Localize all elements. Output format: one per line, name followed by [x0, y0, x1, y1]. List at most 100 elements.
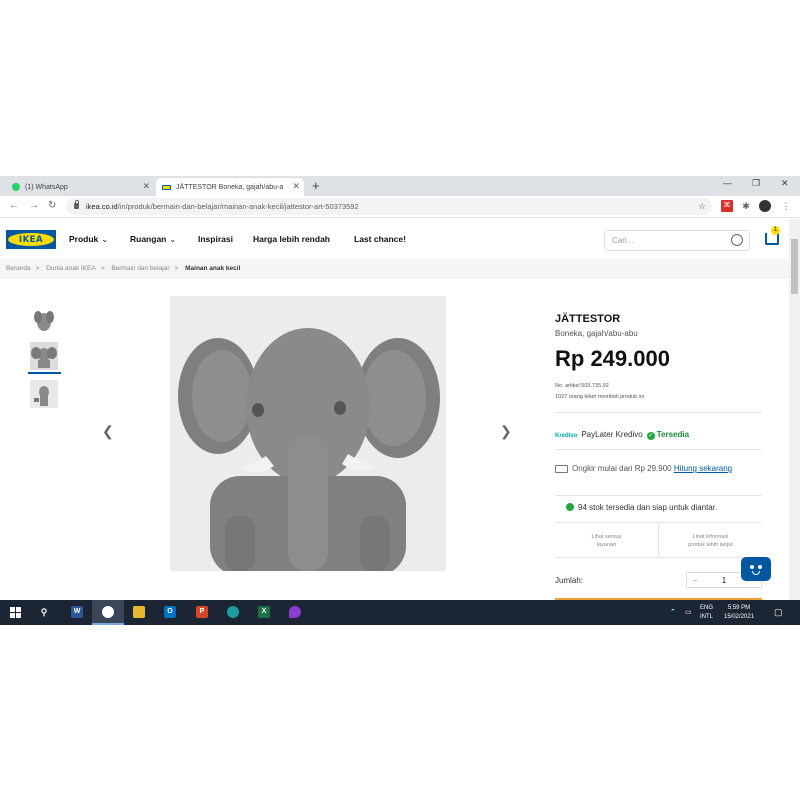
stock-status: 94 stok tersedia dan siap untuk diantar.	[566, 503, 717, 512]
kredivo-logo: Kredivo	[555, 433, 578, 439]
decrease-quantity-button[interactable]: −	[693, 573, 698, 588]
page-scrollbar[interactable]	[789, 219, 800, 600]
file-explorer-icon[interactable]	[133, 606, 145, 618]
chat-eye	[758, 565, 762, 569]
clock[interactable]: 5:59 PM 15/02/2021	[724, 604, 754, 622]
extensions-puzzle-icon[interactable]: ✱	[740, 200, 752, 212]
menu-produk[interactable]: Produk ⌄	[69, 234, 108, 244]
stock-available-icon	[566, 503, 574, 511]
tab-title: JÄTTESTOR Boneka, gajah/abu-a	[176, 183, 284, 191]
chat-eye	[750, 565, 754, 569]
close-window-icon[interactable]: ✕	[781, 178, 789, 189]
tab-whatsapp[interactable]: (1) WhatsApp ✕	[6, 178, 154, 196]
close-tab-icon[interactable]: ✕	[292, 181, 300, 192]
input-language[interactable]: ENG INTL	[700, 604, 713, 622]
link-line: layanan	[596, 542, 617, 548]
menu-inspirasi[interactable]: Inspirasi	[198, 234, 233, 244]
paint-icon[interactable]	[289, 606, 301, 618]
search-input[interactable]: Cari...	[604, 230, 750, 251]
browser-toolbar: ← → ↻ ikea.co.id/in/produk/bermain-dan-b…	[0, 196, 800, 218]
word-icon[interactable]: W	[71, 606, 83, 618]
paylater-status: Tersedia	[656, 430, 690, 439]
article-number: No. artikel 503.735.92	[555, 383, 609, 389]
ikea-logo[interactable]: IKEA	[6, 230, 56, 249]
show-hidden-icons-icon[interactable]: ⌃	[670, 608, 676, 616]
browser-tab-bar: (1) WhatsApp ✕ JÄTTESTOR Boneka, gajah/a…	[0, 176, 800, 196]
chat-mouth	[752, 571, 760, 575]
thumbnail-3[interactable]	[30, 380, 58, 408]
lang-line: ENG	[700, 605, 714, 611]
chat-bot-button[interactable]	[741, 557, 771, 581]
menu-kebab-icon[interactable]: ⋮	[780, 200, 792, 212]
windows-start-icon[interactable]	[10, 607, 21, 618]
link-line: produk lebih lanjut	[688, 542, 733, 548]
divider	[555, 412, 762, 413]
chevron-down-icon: ⌄	[169, 235, 177, 244]
outlook-icon[interactable]: O	[164, 606, 176, 618]
product-name: JÄTTESTOR	[555, 313, 621, 325]
ikea-icon	[162, 184, 171, 190]
lang-line: INTL	[700, 614, 714, 620]
previous-image-icon[interactable]: ❮	[102, 423, 114, 440]
menu-label: Last chance!	[354, 234, 406, 244]
quantity-value[interactable]: 1	[722, 576, 726, 585]
site-header: IKEA Produk ⌄ Ruangan ⌄ Inspirasi Harga le…	[0, 219, 800, 259]
logo-text: IKEA	[8, 233, 54, 246]
close-tab-icon[interactable]: ✕	[142, 181, 150, 192]
calculate-shipping-link[interactable]: Hitung sekarang	[674, 464, 732, 473]
clock-date: 15/02/2021	[724, 614, 755, 620]
link-line: Lihat informasi	[692, 534, 729, 540]
cart-badge: 1	[771, 226, 780, 235]
clock-time: 5:59 PM	[727, 605, 751, 611]
menu-label: Produk	[69, 234, 99, 244]
crumb-dunia-anak[interactable]: Dunia anak IKEA	[46, 265, 96, 272]
cart-icon[interactable]	[765, 233, 779, 245]
link-line: Lihat semua	[591, 534, 622, 540]
chrome-icon[interactable]	[102, 606, 114, 618]
menu-last-chance[interactable]: Last chance!	[354, 234, 406, 244]
network-icon[interactable]: ▭	[685, 608, 692, 616]
excel-icon[interactable]: X	[258, 606, 270, 618]
url-path: /in/produk/bermain-dan-belajar/mainan-an…	[117, 202, 359, 211]
more-product-info-link[interactable]: Lihat informasi produk lebih lanjut	[658, 522, 762, 558]
product-description: Boneka, gajah/abu-abu	[555, 329, 638, 338]
desktop-screen: (1) WhatsApp ✕ JÄTTESTOR Boneka, gajah/a…	[0, 176, 800, 625]
minimize-icon[interactable]: —	[723, 178, 732, 188]
menu-ruangan[interactable]: Ruangan ⌄	[130, 234, 176, 244]
profile-avatar[interactable]	[759, 200, 771, 212]
new-tab-button[interactable]: +	[312, 178, 320, 193]
tab-ikea[interactable]: JÄTTESTOR Boneka, gajah/abu-a ✕	[156, 178, 304, 196]
check-circle-icon: ✓	[646, 432, 655, 440]
search-icon[interactable]	[731, 234, 743, 246]
whatsapp-icon	[12, 183, 20, 191]
menu-harga-lebih-rendah[interactable]: Harga lebih rendah	[253, 234, 330, 244]
paylater-kredivo[interactable]: Kredivo PayLater Kredivo ✓ Tersedia	[555, 430, 689, 440]
truck-icon	[555, 464, 568, 473]
address-bar[interactable]: ikea.co.id/in/produk/bermain-dan-belajar…	[66, 198, 712, 215]
thumbnail-2[interactable]	[30, 342, 58, 370]
powerpoint-icon[interactable]: P	[196, 606, 208, 618]
paylater-label: PayLater Kredivo	[581, 430, 643, 439]
breadcrumb: Beranda > Dunia anak IKEA > Bermain dan be…	[0, 259, 789, 279]
reload-icon[interactable]: ↻	[48, 200, 56, 211]
crumb-beranda[interactable]: Beranda	[6, 265, 31, 272]
view-all-services-link[interactable]: Lihat semua layanan	[555, 522, 658, 558]
product-price: Rp 249.000	[555, 346, 670, 371]
forward-icon[interactable]: →	[29, 200, 39, 211]
chevron-down-icon: ⌄	[101, 235, 108, 244]
thumbnail-1[interactable]	[30, 306, 58, 334]
crumb-separator: >	[174, 265, 179, 272]
menu-label: Ruangan	[130, 234, 167, 244]
notifications-icon[interactable]: ▢	[774, 607, 783, 618]
back-icon[interactable]: ←	[9, 200, 19, 211]
crumb-bermain[interactable]: Bermain dan belajar	[111, 265, 169, 272]
crumb-separator: >	[35, 265, 40, 272]
restore-icon[interactable]: ❐	[752, 178, 760, 189]
search-icon[interactable]: ⚲	[38, 606, 50, 618]
bookmark-star-icon[interactable]: ☆	[696, 200, 708, 212]
pdf-extension-icon[interactable]: ⌘	[721, 200, 733, 212]
menu-label: Inspirasi	[198, 234, 233, 244]
scrollbar-thumb[interactable]	[791, 239, 798, 294]
next-image-icon[interactable]: ❯	[500, 423, 512, 440]
edge-icon[interactable]	[227, 606, 239, 618]
